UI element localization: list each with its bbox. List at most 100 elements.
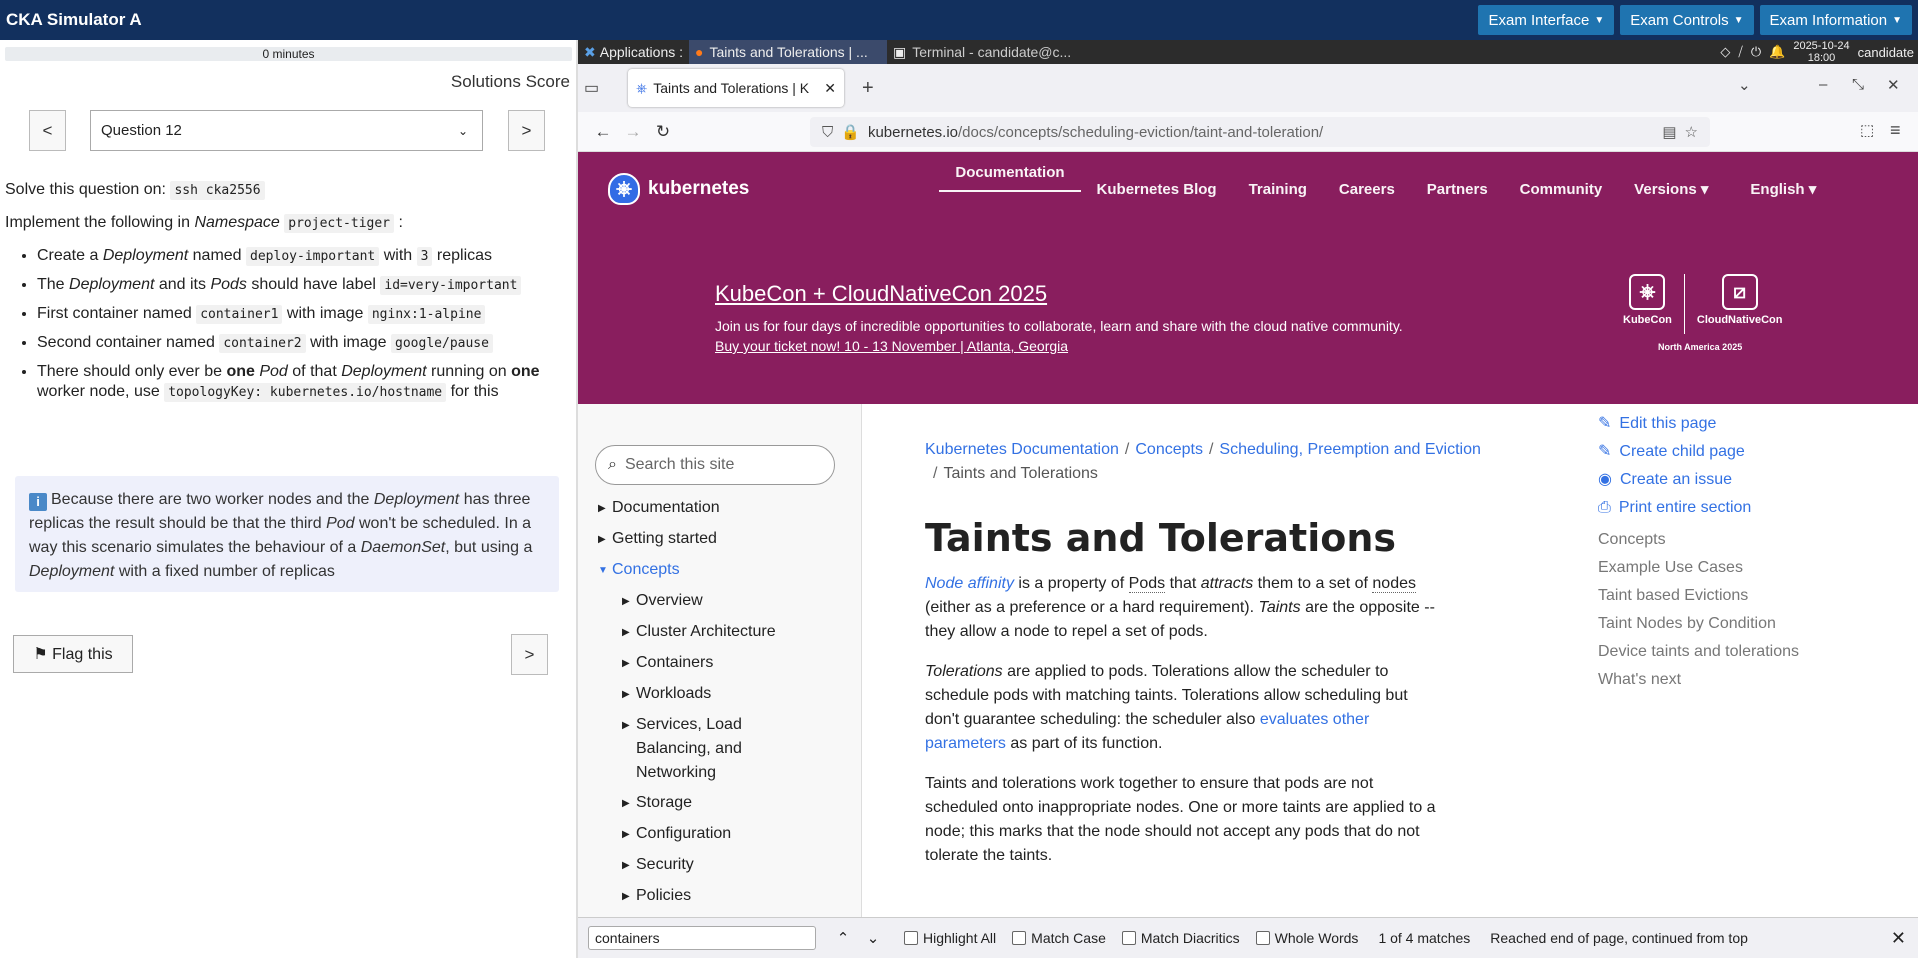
match-diacritics-checkbox[interactable]: Match Diacritics bbox=[1121, 930, 1240, 946]
tab-overview-icon[interactable]: ▭ bbox=[584, 78, 599, 98]
applications-menu[interactable]: ✖ Applications : bbox=[578, 40, 689, 64]
pods-glossary[interactable]: Pods bbox=[1128, 575, 1166, 593]
shield-icon[interactable]: ⛉ bbox=[822, 124, 833, 141]
toc-item[interactable]: Concepts bbox=[1598, 526, 1878, 554]
extensions-icon[interactable]: ⬚ bbox=[1860, 121, 1874, 139]
taskbar-terminal[interactable]: ▣ Terminal - candidate@c... bbox=[887, 40, 1085, 64]
power-icon[interactable]: ⏻ bbox=[1751, 44, 1761, 60]
print-icon: ⎙ bbox=[1598, 499, 1611, 516]
nodes-glossary[interactable]: nodes bbox=[1372, 575, 1416, 593]
toc-item[interactable]: Example Use Cases bbox=[1598, 554, 1878, 582]
find-next-icon[interactable]: ⌄ bbox=[858, 929, 888, 947]
clock-date: 2025-10-24 bbox=[1793, 40, 1850, 52]
prev-question-button[interactable]: < bbox=[29, 110, 66, 151]
tree-item-policies[interactable]: ▶ Policies bbox=[598, 884, 848, 909]
banner-title[interactable]: KubeCon + CloudNativeCon 2025 bbox=[715, 281, 1047, 307]
nav-community[interactable]: Community bbox=[1504, 152, 1619, 226]
next-question-button[interactable]: > bbox=[508, 110, 545, 151]
toc-item[interactable]: What's next bbox=[1598, 666, 1878, 694]
whole-words-checkbox[interactable]: Whole Words bbox=[1255, 930, 1358, 946]
next-question-bottom-button[interactable]: > bbox=[511, 634, 548, 675]
tree-item-documentation[interactable]: ▶ Documentation bbox=[598, 496, 848, 521]
notification-icon[interactable]: 🔔 bbox=[1769, 44, 1785, 60]
exam-information-menu[interactable]: Exam Information ▼ bbox=[1759, 5, 1912, 35]
banner-ticket-link[interactable]: Buy your ticket now! 10 - 13 November | … bbox=[715, 338, 1068, 354]
bookmark-star-icon[interactable]: ☆ bbox=[1685, 123, 1698, 141]
site-search-input[interactable]: ⌕ Search this site bbox=[595, 445, 835, 485]
match-case-checkbox[interactable]: Match Case bbox=[1012, 930, 1106, 946]
reload-icon[interactable]: ↻ bbox=[648, 122, 678, 142]
taskbar-terminal-label: Terminal - candidate@c... bbox=[912, 44, 1072, 60]
restore-icon[interactable]: ⤡ bbox=[1852, 76, 1864, 93]
toc-item[interactable]: Taint based Evictions bbox=[1598, 582, 1878, 610]
browser-nav-bar: ← → ↻ ⛉ 🔒 kubernetes.io/docs/concepts/sc… bbox=[578, 112, 1918, 152]
crumb-concepts[interactable]: Concepts bbox=[1135, 441, 1203, 458]
hamburger-menu-icon[interactable]: ≡ bbox=[1890, 120, 1901, 141]
bluetooth-icon[interactable]: ⧸ bbox=[1738, 44, 1742, 60]
clock[interactable]: 2025-10-24 18:00 bbox=[1793, 40, 1849, 64]
taskbar-browser[interactable]: ● Taints and Tolerations | ... bbox=[689, 40, 888, 64]
close-find-icon[interactable]: ✕ bbox=[1891, 928, 1906, 949]
tree-item-overview[interactable]: ▶ Overview bbox=[598, 589, 848, 614]
question-select[interactable]: Question 12 ⌄ bbox=[90, 110, 483, 151]
tree-item-containers[interactable]: ▶ Containers bbox=[598, 651, 848, 676]
exam-interface-menu[interactable]: Exam Interface ▼ bbox=[1478, 5, 1615, 35]
tree-item-workloads[interactable]: ▶ Workloads bbox=[598, 682, 848, 707]
paragraph: Tolerations are applied to pods. Tolerat… bbox=[925, 663, 1408, 752]
find-previous-icon[interactable]: ⌃ bbox=[828, 929, 858, 947]
highlight-all-checkbox[interactable]: Highlight All bbox=[904, 930, 996, 946]
close-tab-icon[interactable]: ✕ bbox=[824, 80, 836, 97]
tree-item-services[interactable]: ▶ Services, Load Balancing, and Networkin… bbox=[598, 713, 848, 785]
crumb-docs[interactable]: Kubernetes Documentation bbox=[925, 441, 1119, 458]
find-input[interactable]: containers bbox=[588, 926, 816, 950]
nav-partners[interactable]: Partners bbox=[1411, 152, 1504, 226]
browser-tab[interactable]: ⎈ Taints and Tolerations | K ✕ bbox=[628, 69, 844, 107]
logo-divider bbox=[1683, 274, 1685, 334]
clock-time: 18:00 bbox=[1807, 52, 1836, 64]
caret-right-icon: ▶ bbox=[622, 658, 630, 669]
tree-item-getting-started[interactable]: ▶ Getting started bbox=[598, 527, 848, 552]
find-match-count: 1 of 4 matches bbox=[1378, 930, 1471, 946]
system-tray: ◇ ⧸ ⏻ 🔔 2025-10-24 18:00 candidate bbox=[1720, 40, 1918, 64]
tree-item-cluster-architecture[interactable]: ▶ Cluster Architecture bbox=[598, 620, 848, 645]
create-issue-link[interactable]: ◉ Create an issue bbox=[1598, 466, 1878, 494]
user-name[interactable]: candidate bbox=[1858, 45, 1914, 60]
crumb-scheduling[interactable]: Scheduling, Preemption and Eviction bbox=[1219, 441, 1481, 458]
tree-item-concepts[interactable]: ▼ Concepts bbox=[598, 558, 848, 583]
nav-careers[interactable]: Careers bbox=[1323, 152, 1411, 226]
edit-page-link[interactable]: ✎ Edit this page bbox=[1598, 410, 1878, 438]
find-status: Reached end of page, continued from top bbox=[1490, 930, 1748, 946]
tree-item-storage[interactable]: ▶ Storage bbox=[598, 791, 848, 816]
flag-button[interactable]: ⚑ Flag this bbox=[13, 635, 133, 673]
solutions-score-link[interactable]: Solutions Score bbox=[451, 72, 570, 92]
tree-item-configuration[interactable]: ▶ Configuration bbox=[598, 822, 848, 847]
exam-controls-menu[interactable]: Exam Controls ▼ bbox=[1620, 5, 1754, 35]
k8s-navbar: ⎈ kubernetes Documentation Kubernetes Blo… bbox=[578, 152, 1918, 226]
list-tabs-icon[interactable]: ⌄ bbox=[1738, 76, 1751, 94]
reader-view-icon[interactable]: ▤ bbox=[1662, 123, 1676, 141]
new-tab-icon[interactable]: + bbox=[862, 77, 874, 100]
question-text: Solve this question on: ssh cka2556 Impl… bbox=[5, 180, 570, 415]
close-window-icon[interactable]: ✕ bbox=[1887, 76, 1900, 94]
namespace-code: project-tiger bbox=[284, 214, 395, 233]
nav-documentation[interactable]: Documentation bbox=[939, 152, 1080, 192]
nav-blog[interactable]: Kubernetes Blog bbox=[1081, 152, 1233, 226]
url-bar[interactable]: ⛉ 🔒 kubernetes.io/docs/concepts/scheduli… bbox=[810, 117, 1710, 147]
network-icon[interactable]: ◇ bbox=[1720, 44, 1730, 60]
toc-item[interactable]: Taint Nodes by Condition bbox=[1598, 610, 1878, 638]
create-child-page-link[interactable]: ✎ Create child page bbox=[1598, 438, 1878, 466]
minimize-icon[interactable]: – bbox=[1819, 76, 1827, 93]
forward-icon[interactable]: → bbox=[618, 122, 648, 142]
kubernetes-logo[interactable]: ⎈ kubernetes bbox=[608, 173, 749, 205]
nav-training[interactable]: Training bbox=[1233, 152, 1323, 226]
nav-versions[interactable]: Versions ▾ bbox=[1618, 152, 1724, 226]
nav-language[interactable]: English ▾ bbox=[1734, 152, 1832, 226]
tree-item-security[interactable]: ▶ Security bbox=[598, 853, 848, 878]
toc-item[interactable]: Device taints and tolerations bbox=[1598, 638, 1878, 666]
back-icon[interactable]: ← bbox=[588, 122, 618, 142]
lock-icon[interactable]: 🔒 bbox=[841, 123, 860, 141]
node-affinity-link[interactable]: Node affinity bbox=[925, 575, 1014, 592]
print-section-link[interactable]: ⎙ Print entire section bbox=[1598, 494, 1878, 522]
k8s-menu: Documentation Kubernetes Blog Training C… bbox=[939, 152, 1832, 226]
caret-right-icon: ▶ bbox=[622, 689, 630, 700]
